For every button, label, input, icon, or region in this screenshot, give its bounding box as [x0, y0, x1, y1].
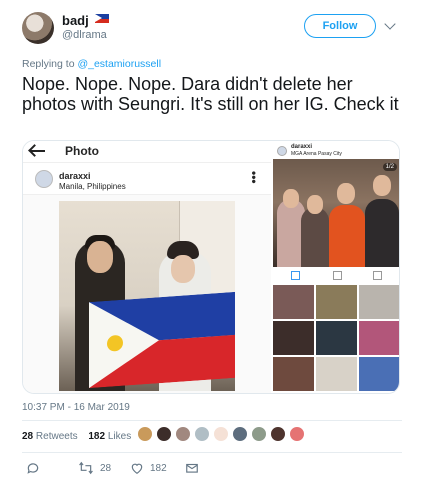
- instagram-tab-icons: [273, 269, 399, 283]
- more-options-icon: •••: [247, 171, 261, 184]
- instagram-screen-title: Photo: [65, 144, 99, 158]
- reply-icon: [27, 463, 39, 474]
- tweet-media[interactable]: Photo daraxxi Manila, Philippines ••• da…: [22, 140, 400, 394]
- liker-avatar[interactable]: [156, 426, 172, 442]
- follow-button[interactable]: Follow: [304, 14, 376, 38]
- tagged-icon: [373, 271, 382, 280]
- instagram-username: daraxxi: [59, 171, 91, 181]
- instagram-post-header: daraxxi Manila, Philippines •••: [23, 163, 271, 195]
- tweet: badj @dlrama Follow Replying to @_estami…: [0, 0, 422, 495]
- liker-avatar[interactable]: [289, 426, 305, 442]
- tweet-text: Nope. Nope. Nope. Dara didn't delete her…: [22, 74, 399, 114]
- like-count: 182: [150, 462, 167, 474]
- replying-to-user-link[interactable]: @_estamiorussell: [77, 58, 161, 70]
- envelope-icon: [186, 463, 198, 473]
- reply-button[interactable]: [26, 460, 40, 476]
- retweets-label[interactable]: Retweets: [36, 431, 78, 442]
- divider: [22, 420, 402, 421]
- like-button[interactable]: 182: [130, 460, 167, 476]
- instagram-screenshot-right: daraxxi MGA Arena Pasay City 1/2: [273, 141, 399, 393]
- photo-counter: 1/2: [382, 163, 397, 171]
- chevron-down-icon[interactable]: [384, 18, 396, 30]
- liker-avatar[interactable]: [137, 426, 153, 442]
- tweet-stats: 28 Retweets 182 Likes: [22, 431, 131, 442]
- instagram-group-photo: 1/2: [273, 159, 399, 267]
- instagram-post-header-right: daraxxi MGA Arena Pasay City: [275, 144, 399, 160]
- philippine-flag-in-photo: [89, 291, 235, 389]
- liker-avatar[interactable]: [194, 426, 210, 442]
- retweet-count: 28: [100, 462, 112, 474]
- retweet-icon: [79, 461, 93, 475]
- heart-icon: [131, 463, 143, 474]
- back-arrow-icon: [31, 150, 45, 152]
- grid-icon: [291, 271, 300, 280]
- liker-avatar[interactable]: [213, 426, 229, 442]
- retweets-count[interactable]: 28: [22, 431, 33, 442]
- tweet-actions: 28 182: [22, 460, 402, 478]
- instagram-topbar: Photo: [23, 141, 271, 163]
- direct-message-button[interactable]: [185, 460, 199, 476]
- author-avatar[interactable]: [22, 12, 54, 44]
- tweet-timestamp[interactable]: 10:37 PM - 16 Mar 2019: [22, 402, 130, 413]
- liker-avatar[interactable]: [270, 426, 286, 442]
- liker-avatar[interactable]: [251, 426, 267, 442]
- instagram-screenshot-left: Photo daraxxi Manila, Philippines •••: [23, 141, 271, 393]
- philippines-flag-icon: [95, 14, 109, 23]
- author-name[interactable]: badj: [62, 13, 89, 28]
- author-handle[interactable]: @dlrama: [62, 29, 107, 41]
- instagram-thumbnail-grid: [273, 285, 399, 393]
- instagram-main-photo: [59, 201, 235, 391]
- instagram-location: Manila, Philippines: [59, 182, 126, 191]
- instagram-location-right: MGA Arena Pasay City: [291, 151, 342, 157]
- list-icon: [333, 271, 342, 280]
- replying-to-label: Replying to: [22, 58, 75, 70]
- replying-to: Replying to @_estamiorussell: [22, 58, 161, 70]
- divider: [22, 452, 402, 453]
- likes-label[interactable]: Likes: [108, 431, 131, 442]
- likes-count[interactable]: 182: [88, 431, 105, 442]
- liker-avatar[interactable]: [232, 426, 248, 442]
- liker-avatar[interactable]: [175, 426, 191, 442]
- retweet-button[interactable]: 28: [78, 460, 111, 476]
- instagram-avatar-right: [277, 146, 287, 156]
- instagram-username-right: daraxxi: [291, 144, 313, 150]
- instagram-avatar: [35, 170, 53, 188]
